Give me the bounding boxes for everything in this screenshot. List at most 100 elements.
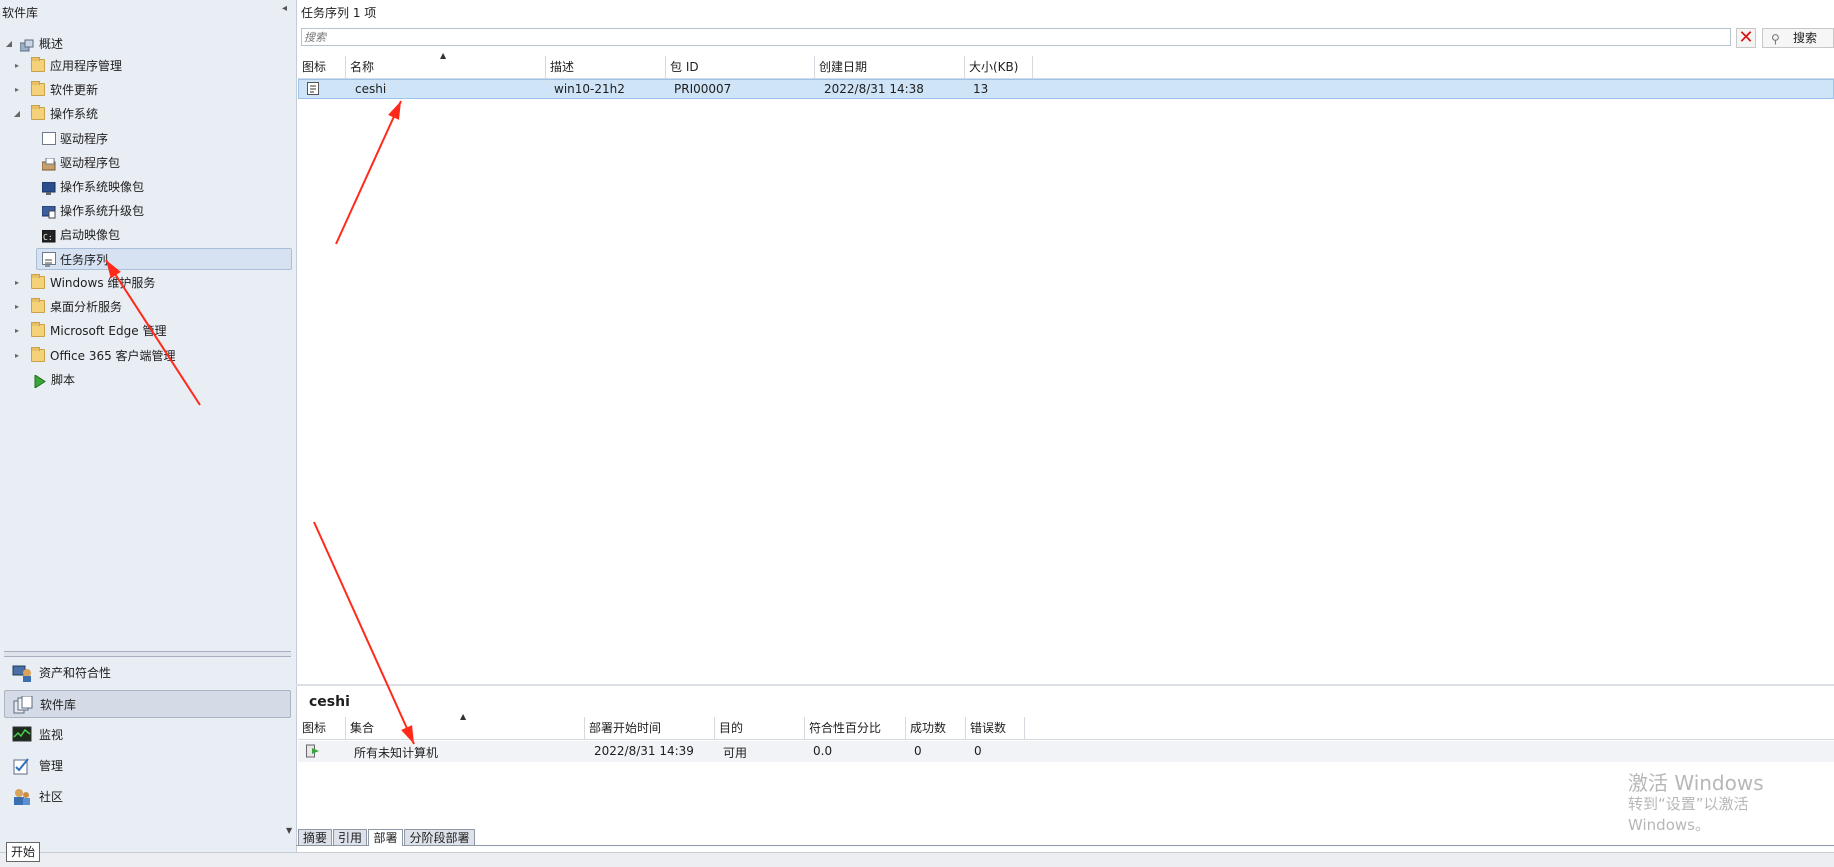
start-tooltip: 开始	[6, 842, 41, 862]
search-icon: ⚲	[1771, 32, 1780, 46]
workspace-administration[interactable]: 管理	[4, 752, 291, 780]
tree-item-label: 操作系统	[50, 107, 99, 121]
deployment-icon	[306, 744, 320, 758]
status-bar	[0, 852, 1834, 867]
tree-item-label: 概述	[39, 37, 64, 51]
tree-item-label: 驱动程序	[60, 132, 109, 146]
collapsed-arrow-icon[interactable]: ▸	[11, 55, 23, 77]
tree-item-office365[interactable]: ▸ Office 365 客户端管理	[0, 345, 292, 367]
tab-references[interactable]: 引用	[333, 829, 367, 846]
cell-description: win10-21h2	[554, 82, 625, 96]
expanded-arrow-icon[interactable]: ◢	[3, 33, 15, 55]
tree-item-windows-servicing[interactable]: ▸ Windows 维护服务	[0, 272, 292, 294]
tree-item-desktop-analytics[interactable]: ▸ 桌面分析服务	[0, 296, 292, 318]
tree-item-edge-management[interactable]: ▸ Microsoft Edge 管理	[0, 320, 292, 342]
cell-package-id: PRI00007	[674, 82, 732, 96]
tab-bar	[296, 845, 1834, 846]
tree-item-label: 操作系统升级包	[60, 204, 145, 218]
pane-splitter[interactable]	[4, 651, 291, 657]
header-divider	[298, 739, 1834, 740]
tree-item-boot-images[interactable]: C: 启动映像包	[0, 224, 292, 246]
workspace-monitoring[interactable]: 监视	[4, 721, 291, 749]
script-icon	[33, 373, 47, 389]
tab-phased-deployments[interactable]: 分阶段部署	[404, 829, 475, 846]
workspace-label: 软件库	[40, 698, 77, 712]
column-header-purpose[interactable]: 目的	[715, 717, 805, 739]
administration-icon	[12, 757, 32, 775]
cell-size: 13	[973, 82, 989, 96]
detail-title: ceshi	[309, 694, 350, 710]
nav-title: 软件库	[2, 6, 39, 20]
collapsed-arrow-icon[interactable]: ▸	[11, 296, 23, 318]
column-header-compliance[interactable]: 符合性百分比	[805, 717, 906, 739]
collapsed-arrow-icon[interactable]: ▸	[11, 79, 23, 101]
detail-pane-splitter[interactable]	[296, 684, 1834, 686]
column-header-created[interactable]: 创建日期	[815, 56, 965, 78]
cell-created: 2022/8/31 14:38	[824, 82, 924, 96]
tab-summary[interactable]: 摘要	[298, 829, 332, 846]
clear-search-button[interactable]: ✕	[1736, 28, 1756, 48]
tree-item-application-management[interactable]: ▸ 应用程序管理	[0, 55, 292, 77]
tree-item-software-updates[interactable]: ▸ 软件更新	[0, 79, 292, 101]
tree-item-label: 任务序列	[60, 253, 109, 267]
column-header-size[interactable]: 大小(KB)	[965, 56, 1033, 78]
clear-icon: ✕	[1738, 27, 1754, 48]
search-button-label: 搜索	[1793, 31, 1818, 45]
tree-item-label: Microsoft Edge 管理	[50, 324, 167, 338]
tree-item-task-sequences[interactable]: 任务序列	[36, 248, 292, 270]
collapsed-arrow-icon[interactable]: ▸	[11, 345, 23, 367]
cell-collection: 所有未知计算机	[354, 746, 439, 760]
os-upgrade-icon	[41, 204, 56, 219]
sort-ascending-icon: ▲	[440, 51, 447, 60]
search-button[interactable]: ⚲ 搜索	[1762, 28, 1834, 48]
column-header-icon[interactable]: 图标	[298, 56, 346, 78]
workspace-label: 社区	[39, 790, 64, 804]
folder-icon	[31, 322, 45, 337]
tree-item-scripts[interactable]: 脚本	[0, 369, 292, 391]
tree-item-label: 软件更新	[50, 83, 99, 97]
collapse-pane-icon[interactable]: ◂	[282, 3, 287, 14]
annotation-arrow-to-row-head	[388, 101, 401, 120]
column-header-start-time[interactable]: 部署开始时间	[585, 717, 715, 739]
nav-scroll-down-icon[interactable]: ▼	[286, 826, 292, 835]
column-header-success[interactable]: 成功数	[906, 717, 966, 739]
tree-item-operating-systems[interactable]: ◢ 操作系统	[0, 103, 292, 125]
collapsed-arrow-icon[interactable]: ▸	[11, 272, 23, 294]
tree-item-label: 操作系统映像包	[60, 180, 145, 194]
folder-icon	[31, 347, 45, 362]
table-row[interactable]: 所有未知计算机 2022/8/31 14:39 可用 0.0 0 0	[298, 741, 1834, 762]
workspace-assets[interactable]: 资产和符合性	[4, 659, 291, 687]
workspace-community[interactable]: 社区	[4, 783, 291, 811]
tree-item-drivers[interactable]: 驱动程序	[0, 128, 292, 150]
driver-icon	[42, 132, 56, 145]
tab-deployments[interactable]: 部署	[368, 829, 403, 846]
column-header-description[interactable]: 描述	[546, 56, 666, 78]
community-icon	[12, 788, 32, 806]
search-input[interactable]	[304, 30, 1724, 44]
workspace-label: 监视	[39, 728, 64, 742]
folder-icon	[31, 105, 45, 120]
boot-image-icon: C:	[41, 228, 56, 243]
tree-item-label: 桌面分析服务	[50, 300, 123, 314]
column-header-icon[interactable]: 图标	[298, 717, 346, 739]
tree-item-os-images[interactable]: 操作系统映像包	[0, 176, 292, 198]
tree-item-label: Windows 维护服务	[50, 276, 156, 290]
activation-watermark-text: 转到“设置”以激活 Windows。	[1628, 795, 1749, 834]
tree-item-os-upgrade[interactable]: 操作系统升级包	[0, 200, 292, 222]
os-image-icon	[41, 180, 56, 195]
overview-icon	[19, 37, 34, 52]
cell-errors: 0	[974, 744, 982, 758]
column-header-package-id[interactable]: 包 ID	[666, 56, 815, 78]
cell-success: 0	[914, 744, 922, 758]
sort-ascending-icon: ▲	[460, 712, 467, 721]
workspace-software-library[interactable]: 软件库	[4, 690, 291, 718]
tree-item-overview[interactable]: ◢ 概述	[0, 33, 292, 55]
monitoring-icon	[12, 726, 32, 744]
software-library-icon	[13, 695, 33, 714]
table-row[interactable]: ceshi win10-21h2 PRI00007 2022/8/31 14:3…	[298, 79, 1834, 99]
page-title: 任务序列 1 项	[301, 6, 377, 20]
tree-item-driver-packages[interactable]: 驱动程序包	[0, 152, 292, 174]
collapsed-arrow-icon[interactable]: ▸	[11, 320, 23, 342]
column-header-errors[interactable]: 错误数	[966, 717, 1025, 739]
expanded-arrow-icon[interactable]: ◢	[11, 103, 23, 125]
